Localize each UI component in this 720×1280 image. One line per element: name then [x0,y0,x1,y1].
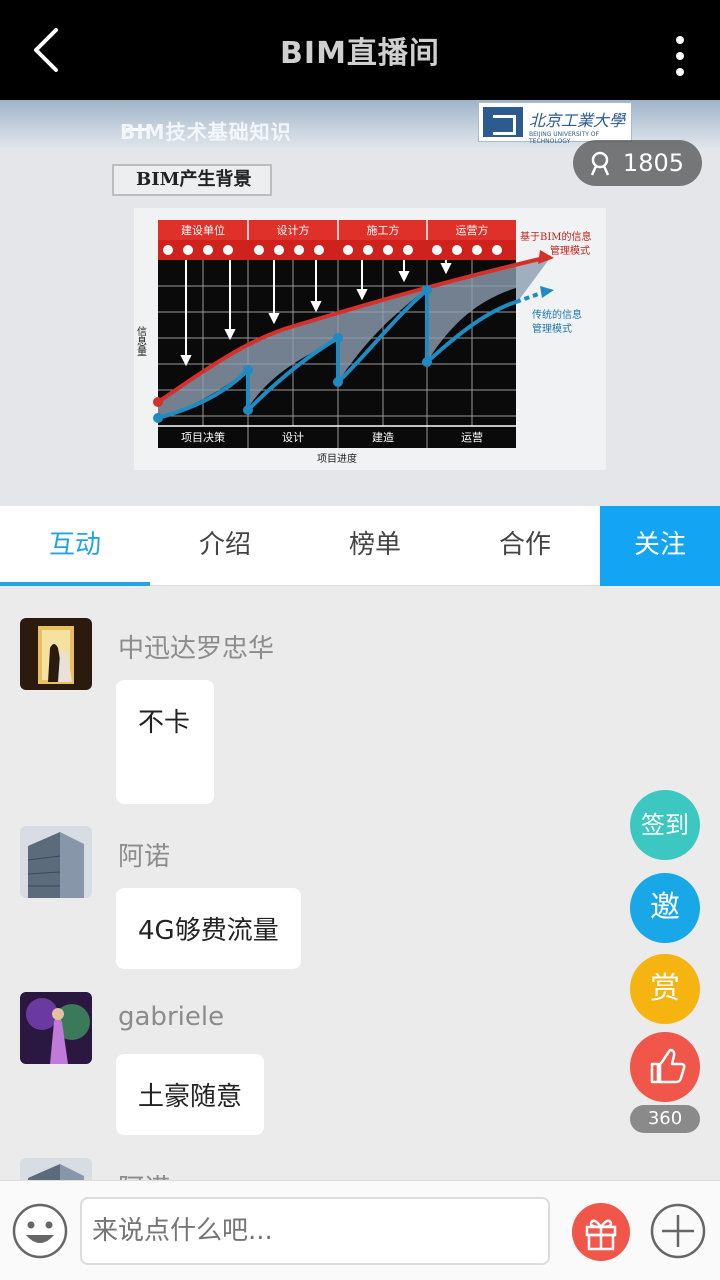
x-axis-label: 项目进度 [317,452,357,465]
bottom-label-0: 项目决策 [181,430,225,444]
tab-cooperation[interactable]: 合作 [450,506,600,586]
top-label-0: 建设单位 [181,223,225,237]
comment-input[interactable] [80,1197,550,1265]
bottom-label-2: 建造 [372,430,394,444]
reward-button[interactable]: 赏 [630,954,700,1024]
page-title: BIM直播间 [280,36,440,71]
message-bubble: 不卡 [116,680,214,804]
traditional-label-1: 传统的信息 [532,308,582,321]
bim-diagram-svg: 建设单位 设计方 施工方 运营方 项目决策 设计 建造 运营 信息量 项目进度 … [135,220,592,465]
plus-icon[interactable] [650,1203,706,1259]
checkin-button[interactable]: 签到 [630,790,700,860]
logo-text: 北京工業大學 [529,111,626,130]
tab-bar: 互动 介绍 榜单 合作 关注 [0,506,720,586]
username: 中迅达罗忠华 [118,634,275,664]
username: 阿诺 [118,842,171,872]
bim-label-1: 基于BIM的信息 [520,230,592,243]
follow-button[interactable]: 关注 [600,506,720,586]
tab-intro[interactable]: 介绍 [150,506,300,586]
avatar[interactable] [20,992,92,1064]
username: gabriele [118,1002,225,1032]
bottom-label-1: 设计 [282,431,304,444]
bim-label-2: 管理模式 [550,244,590,257]
avatar[interactable] [20,826,92,898]
viewer-icon [590,151,610,176]
avatar[interactable] [20,1158,92,1180]
more-vertical-icon[interactable] [670,32,690,80]
viewer-count-badge: 1805 [572,140,702,186]
message-bubble: 4G够费流量 [116,888,301,969]
like-button[interactable] [630,1032,700,1102]
invite-button[interactable]: 邀 [630,873,700,943]
like-count: 360 [630,1105,700,1133]
avatar[interactable] [20,618,92,690]
y-axis-label: 信息量 [135,326,147,356]
live-video[interactable]: BIM技术基础知识 北京工業大學 BEIJING UNIVERSITY OF T… [0,100,720,506]
input-bar [0,1180,720,1280]
emoji-icon[interactable] [12,1203,68,1259]
chat-list[interactable]: 中迅达罗忠华 不卡 阿诺 4G够费流量 gabriele 土豪随意 [0,586,720,1180]
top-label-1: 设计方 [277,223,310,237]
bottom-label-3: 运营 [461,430,483,444]
message-bubble: 土豪随意 [116,1054,265,1135]
tab-interaction[interactable]: 互动 [0,506,150,586]
top-label-3: 运营方 [456,223,489,237]
username: 阿诺 [118,1168,170,1180]
viewer-count: 1805 [622,149,684,177]
top-bar: BIM直播间 [0,0,720,100]
tab-ranking[interactable]: 榜单 [300,506,450,586]
logo-mark-icon [483,107,523,137]
bim-diagram: 建设单位 设计方 施工方 运营方 项目决策 设计 建造 运营 信息量 项目进度 … [134,208,606,470]
traditional-curve-arrowhead [540,286,554,298]
university-logo: 北京工業大學 BEIJING UNIVERSITY OF TECHNOLOGY [478,102,632,145]
slide-heading: BIM技术基础知识 [120,120,292,144]
slide-subtitle: BIM产生背景 [112,164,272,196]
gift-icon[interactable] [572,1203,630,1261]
traditional-label-2: 管理模式 [532,322,572,335]
thumbs-up-icon [650,1048,686,1084]
top-label-2: 施工方 [367,223,400,237]
